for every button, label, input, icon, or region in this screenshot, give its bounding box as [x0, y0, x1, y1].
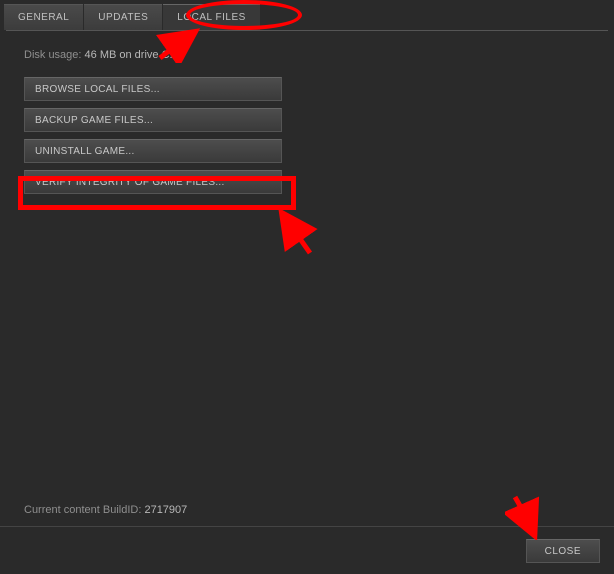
- verify-integrity-button[interactable]: VERIFY INTEGRITY OF GAME FILES...: [24, 170, 282, 194]
- tab-bar: GENERAL UPDATES LOCAL FILES: [0, 0, 614, 30]
- tab-local-files[interactable]: LOCAL FILES: [163, 4, 260, 30]
- uninstall-game-button[interactable]: UNINSTALL GAME...: [24, 139, 282, 163]
- button-list: BROWSE LOCAL FILES... BACKUP GAME FILES.…: [24, 77, 282, 194]
- build-id-label: Current content BuildID:: [24, 504, 141, 516]
- build-id-value: 2717907: [144, 504, 187, 516]
- backup-game-files-button[interactable]: BACKUP GAME FILES...: [24, 108, 282, 132]
- disk-usage-label: Disk usage:: [24, 49, 81, 61]
- browse-local-files-button[interactable]: BROWSE LOCAL FILES...: [24, 77, 282, 101]
- tab-updates[interactable]: UPDATES: [84, 4, 162, 30]
- footer: CLOSE: [0, 526, 614, 574]
- tab-general[interactable]: GENERAL: [4, 4, 83, 30]
- content-panel: Disk usage: 46 MB on drive C: BROWSE LOC…: [0, 31, 614, 526]
- disk-usage-text: Disk usage: 46 MB on drive C:: [24, 49, 590, 61]
- close-button[interactable]: CLOSE: [526, 539, 600, 563]
- disk-usage-value: 46 MB on drive C:: [85, 49, 173, 61]
- build-id-text: Current content BuildID: 2717907: [24, 504, 187, 516]
